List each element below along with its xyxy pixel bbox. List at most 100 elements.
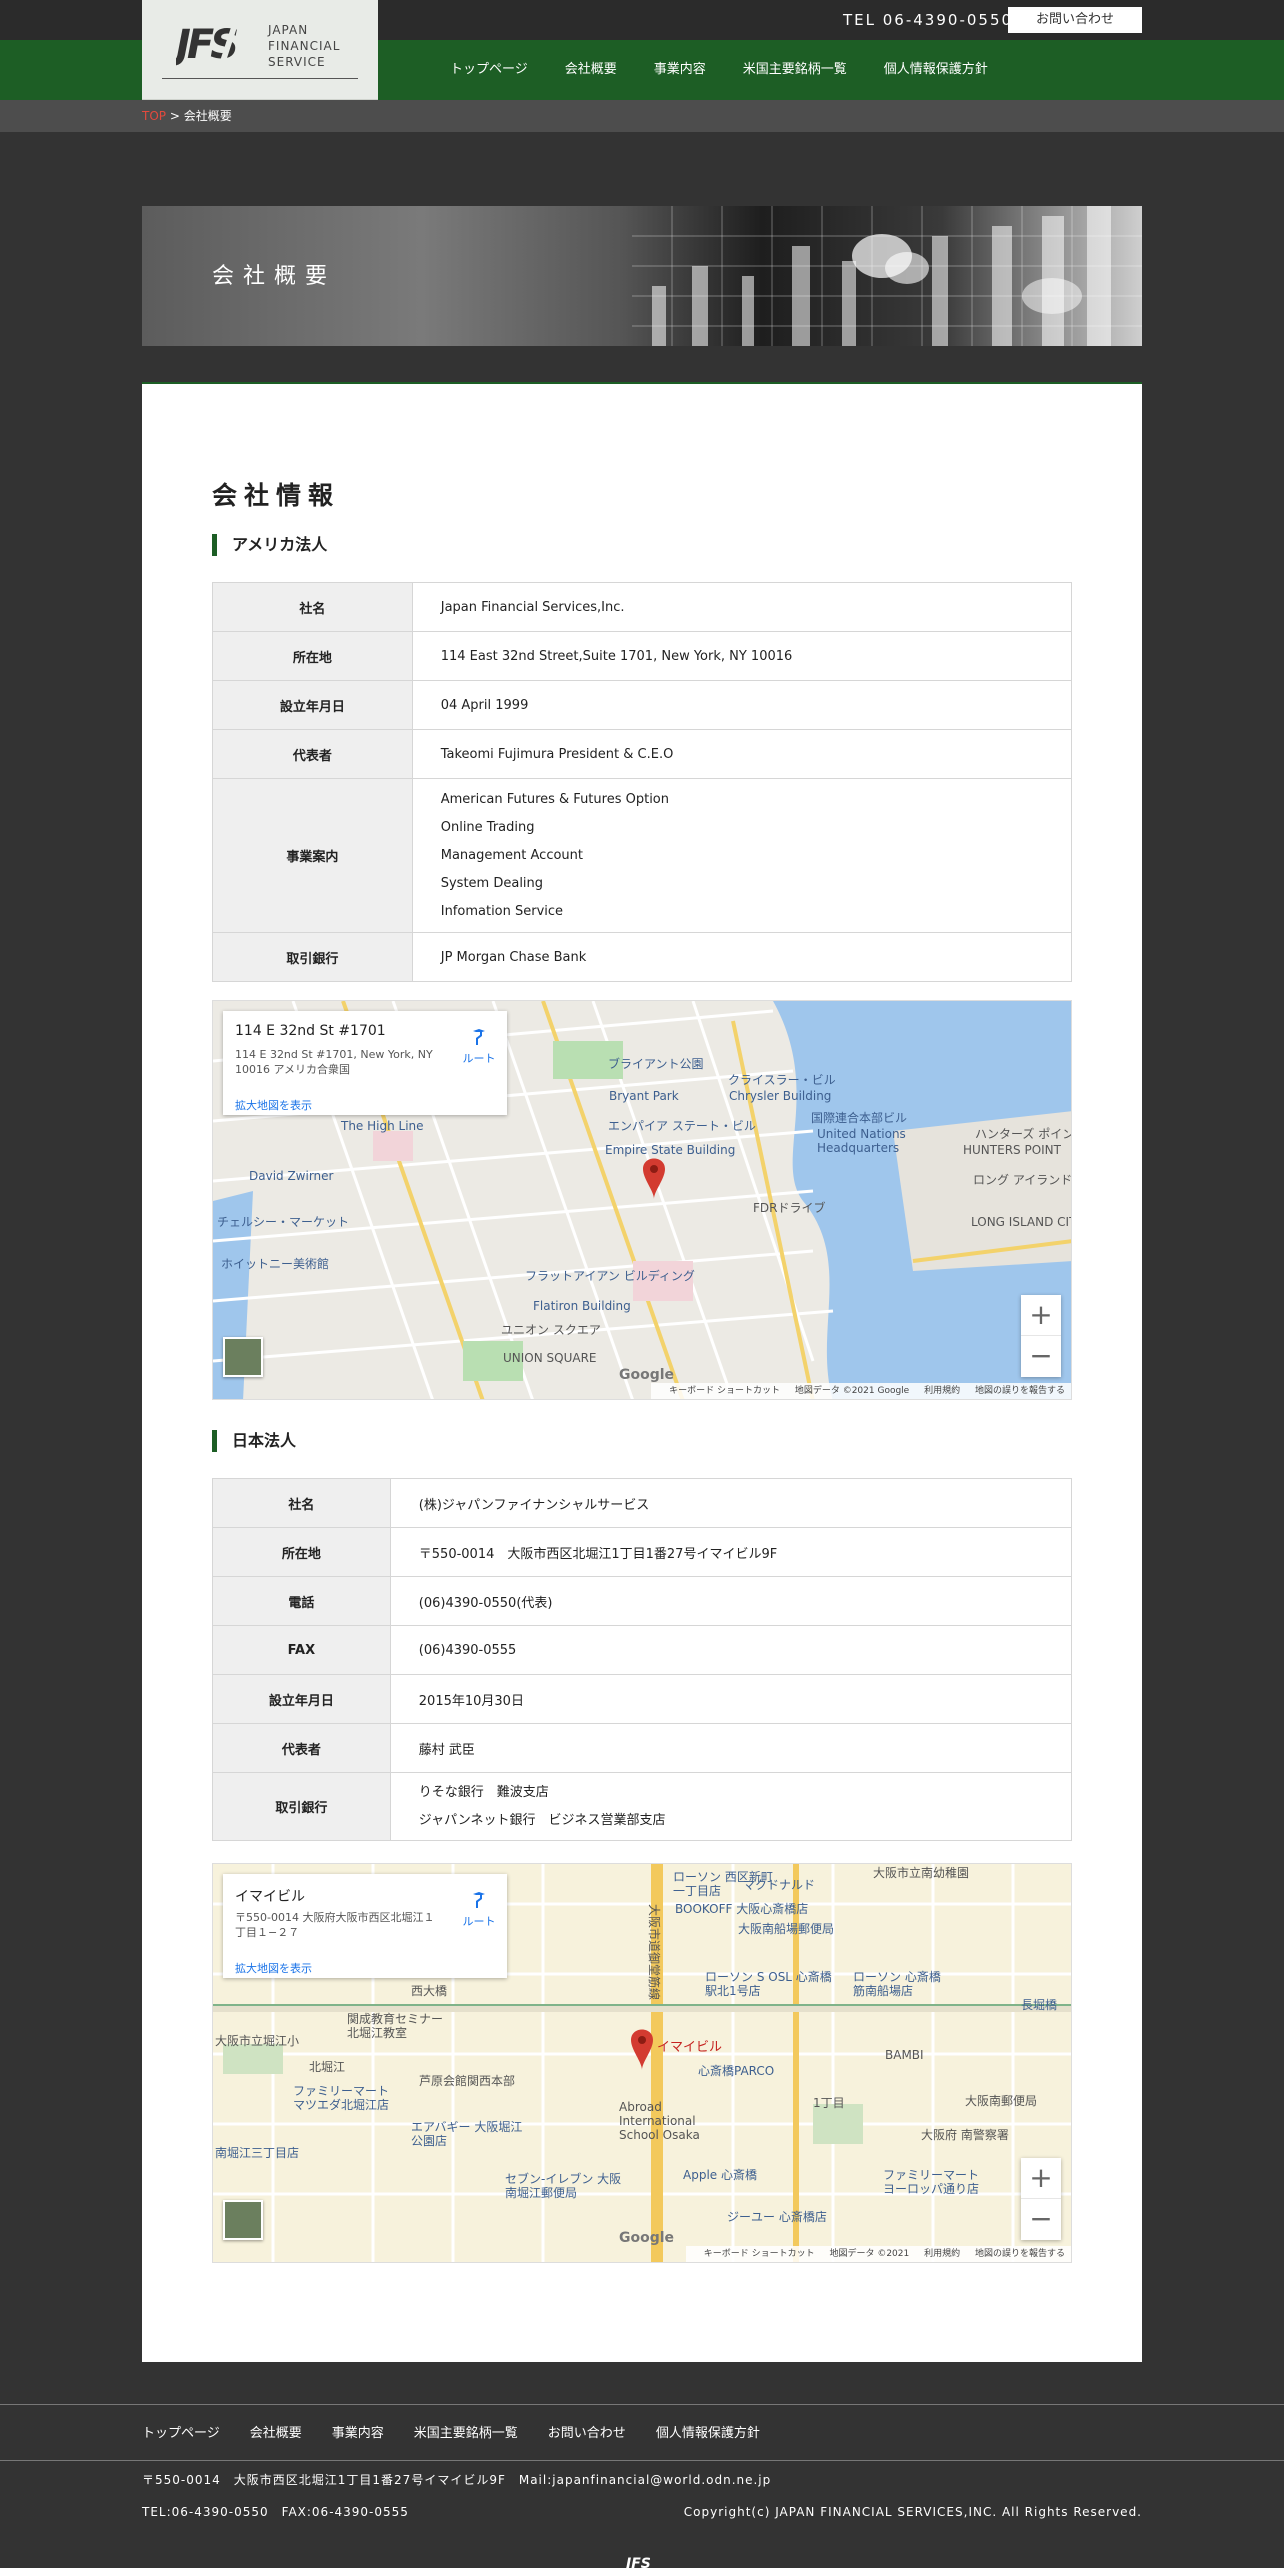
nav-item-us-stocks[interactable]: 米国主要銘柄一覧 (743, 40, 847, 100)
row-value: 2015年10月30日 (389, 1674, 1073, 1724)
map-label: ブライアント公園 (608, 1057, 704, 1071)
row-value: 〒550-0014 大阪市西区北堀江1丁目1番27号イマイビル9F (389, 1527, 1073, 1577)
map-larger-link[interactable]: 拡大地図を表示 (235, 1097, 312, 1113)
row-value: (06)4390-0550(代表) (389, 1576, 1073, 1626)
row-label: 設立年月日 (212, 1674, 391, 1724)
google-logo: Google (619, 2230, 675, 2246)
table-row: 所在地 114 East 32nd Street,Suite 1701, New… (212, 631, 1073, 681)
map-label: Flatiron Building (533, 1299, 631, 1313)
map-label: BAMBI (885, 2048, 924, 2062)
terms-link[interactable]: 利用規約 (924, 2249, 960, 2259)
footer-nav-top[interactable]: トップページ (142, 2422, 220, 2441)
footer-copyright: Copyright(c) JAPAN FINANCIAL SERVICES,IN… (683, 2505, 1142, 2519)
table-row: 事業案内 American Futures & Futures Option O… (212, 778, 1073, 933)
zoom-in-button[interactable]: + (1021, 2158, 1061, 2199)
map-label: ファミリーマート マツエダ北堀江店 (293, 2084, 390, 2112)
map-label: 大阪府 南警察署 (921, 2128, 1009, 2142)
logo[interactable]: JFS JAPAN FINANCIAL SERVICE (142, 0, 378, 100)
report-error-link[interactable]: 地図の誤りを報告する (975, 1386, 1065, 1396)
map-label: 南堀江三丁目店 (215, 2146, 300, 2160)
map-place-title: イマイビル (235, 1889, 305, 1905)
logo-divider (162, 78, 358, 79)
terms-link[interactable]: 利用規約 (924, 1386, 960, 1396)
footer-address: 〒550-0014 大阪市西区北堀江1丁目1番27号イマイビル9F Mail:j… (142, 2473, 772, 2487)
map-label: 国際連合本部ビル (811, 1111, 908, 1125)
directions-icon (473, 1892, 485, 1908)
table-row: 取引銀行 JP Morgan Chase Bank (212, 932, 1073, 982)
keyboard-shortcuts-link[interactable]: キーボード ショートカット (669, 1386, 780, 1396)
footer-nav-company[interactable]: 会社概要 (250, 2422, 302, 2441)
map-label: ホイットニー美術館 (221, 1257, 330, 1271)
table-row: 代表者 藤村 武臣 (212, 1723, 1073, 1773)
jp-info-table: 社名 (株)ジャパンファイナンシャルサービス 所在地 〒550-0014 大阪市… (212, 1478, 1073, 1841)
nav-item-business[interactable]: 事業内容 (654, 40, 706, 100)
map-label: ロング アイランド シティ (973, 1173, 1072, 1187)
map-label: 長堀橋 (1021, 1998, 1058, 2012)
row-value: 114 East 32nd Street,Suite 1701, New Yor… (411, 631, 1073, 681)
map-label: Bryant Park (609, 1089, 679, 1103)
zoom-out-button[interactable]: − (1021, 1336, 1061, 1377)
row-label: 代表者 (212, 729, 413, 779)
footer-nav-us-stocks[interactable]: 米国主要銘柄一覧 (414, 2422, 518, 2441)
map-label: 大阪南船場郵便局 (738, 1922, 835, 1936)
map-label: ジーユー 心斎橋店 (727, 2210, 827, 2224)
breadcrumb-current: 会社概要 (183, 109, 232, 123)
zoom-out-button[interactable]: − (1021, 2199, 1061, 2240)
row-label: 取引銀行 (212, 932, 413, 982)
row-value: 藤村 武臣 (389, 1723, 1073, 1773)
map-label: フラットアイアン ビルディング (525, 1269, 695, 1283)
row-value: Takeomi Fujimura President & C.E.O (411, 729, 1073, 779)
map-route-label: ルート (462, 1915, 496, 1928)
map-attribution: キーボード ショートカット 地図データ ©2021 利用規約 地図の誤りを報告す… (685, 2246, 1071, 2262)
table-row: 設立年月日 2015年10月30日 (212, 1674, 1073, 1724)
footer-divider (0, 2460, 1284, 2461)
report-error-link[interactable]: 地図の誤りを報告する (975, 2249, 1065, 2259)
business-item: System Dealing (440, 875, 544, 891)
contact-button[interactable]: お問い合わせ (1008, 7, 1142, 33)
map-label: 1丁目 (813, 2096, 845, 2110)
satellite-toggle[interactable] (223, 1337, 263, 1377)
jp-map[interactable]: イマイビル ローソン 西区新町一丁目店 マクドナルド 大阪市立南幼稚園 BOOK… (212, 1863, 1072, 2263)
breadcrumb-top-link[interactable]: TOP (142, 109, 166, 123)
map-label: ハンターズ ポイント (975, 1127, 1071, 1141)
row-value: 04 April 1999 (411, 680, 1073, 730)
map-route-button[interactable]: ルート (457, 1890, 501, 1929)
nav-item-company[interactable]: 会社概要 (565, 40, 617, 100)
business-item: Online Trading (440, 819, 535, 835)
satellite-toggle[interactable] (223, 2200, 263, 2240)
footer-nav-business[interactable]: 事業内容 (332, 2422, 384, 2441)
jp-entity-heading: 日本法人 (212, 1430, 296, 1452)
nav-item-top[interactable]: トップページ (450, 40, 528, 100)
row-value: (06)4390-0555 (389, 1625, 1073, 1675)
keyboard-shortcuts-link[interactable]: キーボード ショートカット (704, 2249, 815, 2259)
row-value: JP Morgan Chase Bank (411, 932, 1073, 982)
business-item: Management Account (440, 847, 583, 863)
map-route-label: ルート (462, 1052, 496, 1065)
footer-nav-contact[interactable]: お問い合わせ (548, 2422, 626, 2441)
map-label: 大阪市立南幼稚園 (873, 1866, 970, 1880)
map-label: 西大橋 (411, 1984, 448, 1998)
map-route-button[interactable]: ルート (457, 1027, 501, 1066)
table-row: 社名 (株)ジャパンファイナンシャルサービス (212, 1478, 1073, 1528)
row-label: FAX (212, 1625, 391, 1675)
us-info-table: 社名 Japan Financial Services,Inc. 所在地 114… (212, 582, 1073, 982)
breadcrumb-separator: > (166, 109, 184, 123)
row-label: 設立年月日 (212, 680, 413, 730)
map-place-address: 114 E 32nd St #1701, New York, NY 10016 … (235, 1048, 433, 1076)
bank-item: ジャパンネット銀行 ビジネス営業部支店 (418, 1812, 666, 1828)
map-info-card: イマイビル 〒550-0014 大阪府大阪市西区北堀江１丁目１−２７ 拡大地図を… (223, 1874, 507, 1978)
footer-nav-privacy[interactable]: 個人情報保護方針 (656, 2422, 760, 2441)
map-label: Abroad International School Osaka (619, 2100, 700, 2142)
us-map[interactable]: ブライアント公園 クライスラー・ビル エンパイア ステート・ビル 国際連合本部ビ… (212, 1000, 1072, 1400)
table-row: 取引銀行 りそな銀行 難波支店 ジャパンネット銀行 ビジネス営業部支店 (212, 1772, 1073, 1841)
map-zoom-control: + − (1021, 1295, 1061, 1377)
map-larger-link[interactable]: 拡大地図を表示 (235, 1960, 312, 1976)
footer-logo-text: JFS (626, 2556, 651, 2568)
jfs-logo-icon: JFS (176, 18, 241, 66)
breadcrumb: TOP > 会社概要 (142, 108, 232, 124)
zoom-in-button[interactable]: + (1021, 1295, 1061, 1336)
footer-tel-fax: TEL:06-4390-0550 FAX:06-4390-0555 (142, 2505, 409, 2519)
row-value-list: りそな銀行 難波支店 ジャパンネット銀行 ビジネス営業部支店 (389, 1772, 1073, 1841)
google-logo: Google (619, 1367, 675, 1383)
nav-item-privacy[interactable]: 個人情報保護方針 (884, 40, 988, 100)
